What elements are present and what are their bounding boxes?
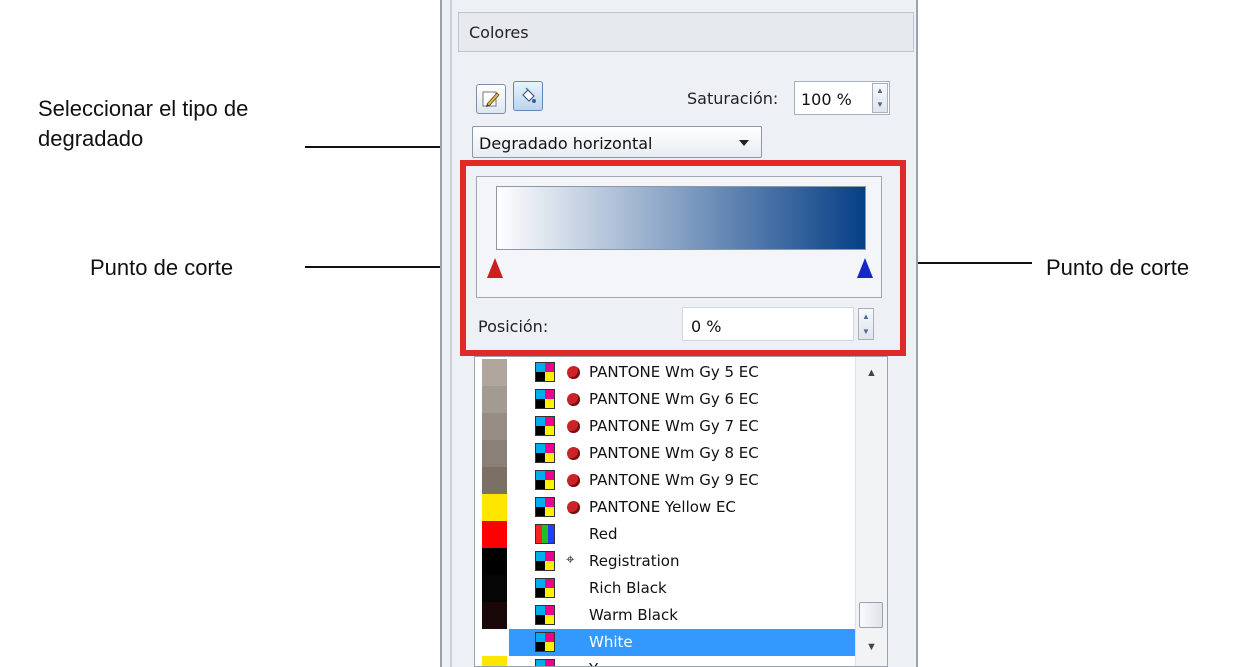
annotation-gradient-type-line2: degradado [38, 126, 144, 151]
color-swatch [482, 467, 508, 494]
swatch-name: Rich Black [589, 579, 667, 597]
spot-color-icon [567, 474, 580, 487]
color-swatch [482, 629, 508, 656]
color-swatch [482, 548, 508, 575]
position-spinner[interactable]: ▲ ▼ [858, 308, 874, 340]
annotation-cut-point-left: Punto de corte [90, 255, 234, 280]
color-mode-button[interactable] [513, 81, 543, 111]
registration-icon: ⌖ [566, 550, 575, 568]
swatch-row[interactable]: White [475, 629, 855, 656]
swatch-row[interactable]: Warm Black [475, 602, 855, 629]
panel-title: Colores [458, 12, 914, 52]
cmyk-mode-icon [535, 389, 555, 409]
annotation-cut-point-right: Punto de corte [1046, 255, 1190, 280]
spin-down-icon[interactable]: ▼ [876, 101, 884, 109]
position-label: Posición: [478, 317, 549, 336]
swatch-row[interactable]: PANTONE Wm Gy 9 EC [475, 467, 855, 494]
panel-edge [450, 0, 452, 667]
saturation-spinner[interactable]: ▲ ▼ [872, 83, 888, 113]
color-swatch [482, 413, 508, 440]
swatch-name: PANTONE Yellow EC [589, 498, 736, 516]
spot-color-icon [567, 393, 580, 406]
saturation-label: Saturación: [687, 89, 779, 108]
chevron-down-icon [739, 140, 749, 146]
swatch-name: PANTONE Wm Gy 8 EC [589, 444, 759, 462]
selection-highlight [509, 629, 855, 656]
swatch-name: PANTONE Wm Gy 7 EC [589, 417, 759, 435]
swatch-name: Registration [589, 552, 680, 570]
cmyk-mode-icon [535, 497, 555, 517]
color-swatch [482, 602, 508, 629]
gradient-type-dropdown[interactable]: Degradado horizontal [472, 126, 762, 158]
swatch-name: White [589, 633, 633, 651]
cmyk-mode-icon [535, 659, 555, 666]
swatch-row[interactable]: Red [475, 521, 855, 548]
color-swatch [482, 521, 508, 548]
annotation-gradient-type-line1: Seleccionar el tipo de [38, 96, 249, 121]
gradient-type-value: Degradado horizontal [479, 134, 653, 153]
cmyk-mode-icon [535, 578, 555, 598]
gradient-preview-bar[interactable] [496, 186, 866, 250]
vertical-scrollbar[interactable]: ▲ ▼ [855, 357, 887, 666]
paint-bucket-icon [522, 87, 536, 103]
spin-down-icon[interactable]: ▼ [862, 327, 870, 336]
cmyk-mode-icon [535, 551, 555, 571]
swatch-list[interactable]: ▲ ▼ PANTONE Wm Gy 5 EC PANTONE Wm Gy 6 EC… [474, 356, 888, 667]
position-input[interactable]: 0 % [682, 307, 854, 341]
edit-color-button[interactable] [476, 84, 506, 114]
swatch-row[interactable]: Rich Black [475, 575, 855, 602]
swatch-row[interactable]: Y... [475, 656, 855, 666]
spot-color-icon [567, 501, 580, 514]
swatch-name: PANTONE Wm Gy 6 EC [589, 390, 759, 408]
cmyk-mode-icon [535, 632, 555, 652]
swatch-name: Warm Black [589, 606, 678, 624]
scroll-up-icon[interactable]: ▲ [866, 367, 877, 379]
spot-color-icon [567, 420, 580, 433]
spot-color-icon [567, 447, 580, 460]
swatch-name: PANTONE Wm Gy 9 EC [589, 471, 759, 489]
spin-up-icon[interactable]: ▲ [862, 312, 870, 321]
cmyk-mode-icon [535, 362, 555, 382]
swatch-row[interactable]: PANTONE Wm Gy 8 EC [475, 440, 855, 467]
gradient-stop-end[interactable] [857, 258, 873, 278]
spot-color-icon [567, 366, 580, 379]
annotation-gradient-type: Seleccionar el tipo de degradado [38, 94, 248, 154]
swatch-row[interactable]: PANTONE Wm Gy 6 EC [475, 386, 855, 413]
cmyk-mode-icon [535, 470, 555, 490]
gradient-stop-start[interactable] [487, 258, 503, 278]
color-swatch [482, 656, 508, 666]
color-swatch [482, 359, 508, 386]
swatch-name: Red [589, 525, 618, 543]
swatch-row[interactable]: PANTONE Wm Gy 5 EC [475, 359, 855, 386]
swatch-row[interactable]: PANTONE Yellow EC [475, 494, 855, 521]
color-swatch [482, 575, 508, 602]
swatch-name: PANTONE Wm Gy 5 EC [589, 363, 759, 381]
cmyk-mode-icon [535, 416, 555, 436]
color-swatch [482, 386, 508, 413]
scroll-down-icon[interactable]: ▼ [866, 641, 877, 653]
color-swatch [482, 440, 508, 467]
cmyk-mode-icon [535, 443, 555, 463]
spin-up-icon[interactable]: ▲ [876, 87, 884, 95]
swatch-row[interactable]: ⌖ Registration [475, 548, 855, 575]
cmyk-mode-icon [535, 605, 555, 625]
color-swatch [482, 494, 508, 521]
swatch-row[interactable]: PANTONE Wm Gy 7 EC [475, 413, 855, 440]
swatch-name: Y... [589, 660, 609, 666]
rgb-mode-icon [535, 524, 555, 544]
pencil-icon [482, 91, 500, 107]
scroll-thumb[interactable] [859, 602, 883, 628]
